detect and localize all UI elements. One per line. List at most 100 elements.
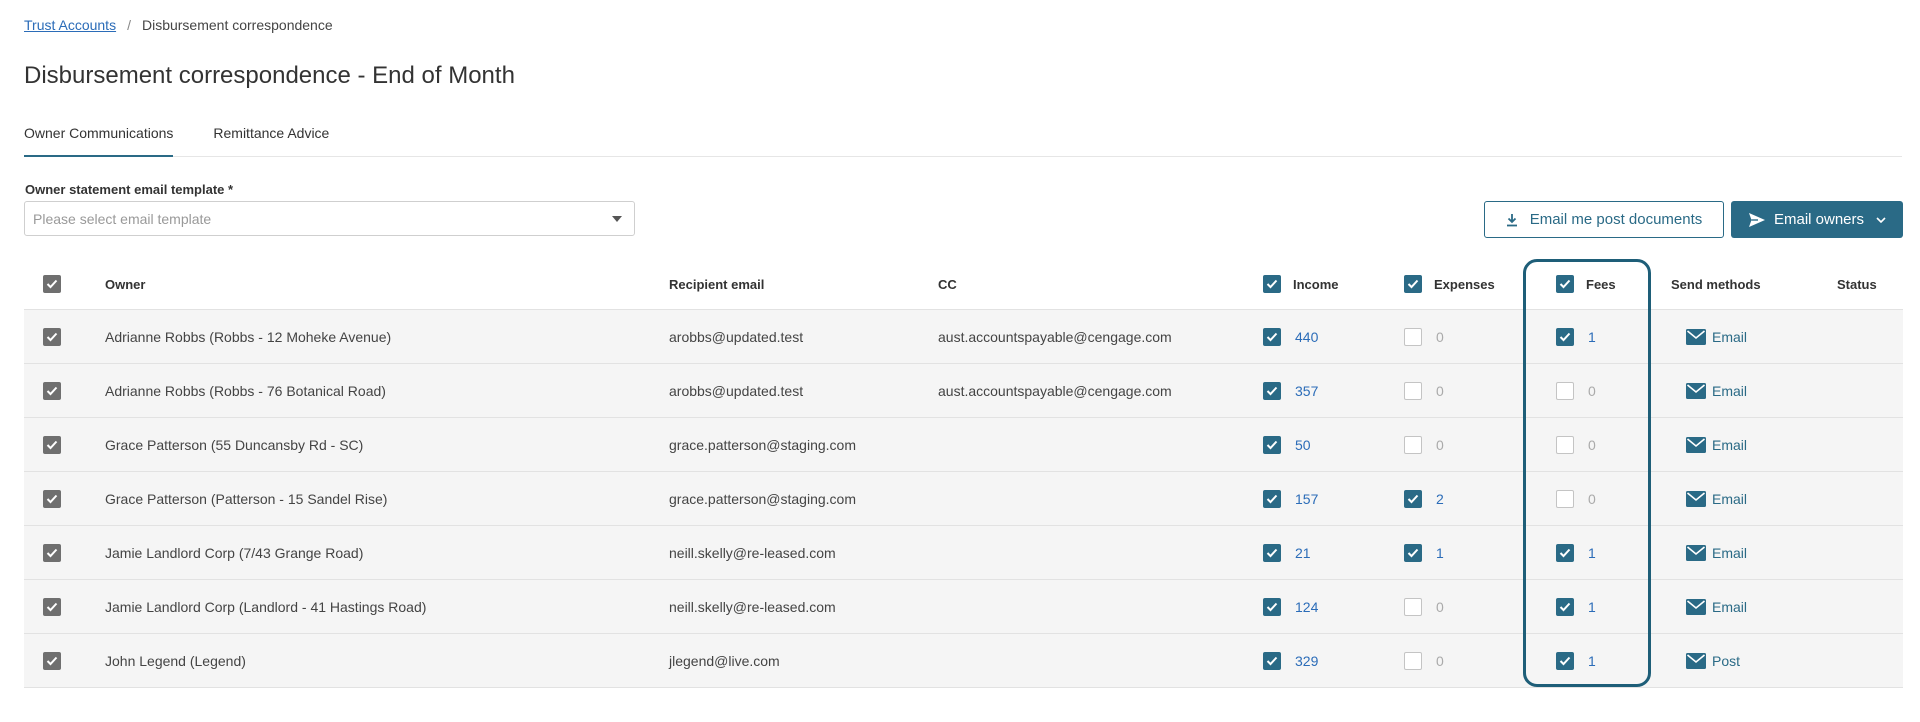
column-header-income: Income	[1263, 259, 1339, 309]
row-select-checkbox[interactable]	[43, 543, 61, 562]
income-all-checkbox[interactable]	[1263, 275, 1281, 293]
row-select-checkbox[interactable]	[43, 435, 61, 454]
email-template-select[interactable]: Please select email template	[24, 201, 635, 236]
fees-checkbox[interactable]	[1556, 651, 1574, 670]
email-owners-button[interactable]: Email owners	[1731, 201, 1903, 238]
expenses-count: 0	[1436, 328, 1444, 345]
row-select-cell	[43, 580, 61, 633]
income-cell: 357	[1263, 364, 1318, 417]
income-checkbox[interactable]	[1263, 543, 1281, 562]
recipient-email: grace.patterson@staging.com	[669, 436, 856, 453]
fees-all-checkbox[interactable]	[1556, 275, 1574, 293]
table-row: Jamie Landlord Corp (Landlord - 41 Hasti…	[24, 580, 1903, 634]
fees-checkbox[interactable]	[1556, 489, 1574, 508]
fees-checkbox[interactable]	[1556, 435, 1574, 454]
fees-count[interactable]: 1	[1588, 599, 1596, 615]
fees-checkbox[interactable]	[1556, 543, 1574, 562]
income-count[interactable]: 50	[1295, 437, 1311, 453]
income-cell: 124	[1263, 580, 1318, 633]
expenses-count: 0	[1436, 598, 1444, 615]
caret-down-icon	[612, 215, 622, 222]
send-method-link[interactable]: Email	[1686, 526, 1747, 579]
expenses-cell: 1	[1404, 526, 1444, 579]
income-count[interactable]: 329	[1295, 653, 1318, 669]
fees-checkbox[interactable]	[1556, 327, 1574, 346]
expenses-count: 0	[1436, 652, 1444, 669]
fees-checkbox[interactable]	[1556, 597, 1574, 616]
income-checkbox[interactable]	[1263, 651, 1281, 670]
income-checkbox[interactable]	[1263, 489, 1281, 508]
fees-count[interactable]: 1	[1588, 653, 1596, 669]
table-header: Owner Recipient email CC Income Expenses…	[24, 259, 1903, 310]
row-select-checkbox[interactable]	[43, 327, 61, 346]
envelope-icon	[1686, 598, 1706, 615]
select-all-cell	[43, 259, 61, 309]
column-header-recipient-email: Recipient email	[669, 276, 765, 292]
send-method-label: Post	[1712, 652, 1741, 669]
tab-owner-communications[interactable]: Owner Communications	[24, 125, 174, 157]
expenses-checkbox[interactable]	[1404, 597, 1422, 616]
expenses-cell: 0	[1404, 310, 1444, 363]
income-checkbox[interactable]	[1263, 327, 1281, 346]
expenses-count[interactable]: 1	[1436, 545, 1444, 561]
income-checkbox[interactable]	[1263, 435, 1281, 454]
send-method-label: Email	[1712, 598, 1748, 615]
fees-count: 0	[1588, 490, 1596, 507]
expenses-all-checkbox[interactable]	[1404, 275, 1422, 293]
expenses-checkbox[interactable]	[1404, 381, 1422, 400]
income-cell: 50	[1263, 418, 1311, 471]
row-select-checkbox[interactable]	[43, 651, 61, 670]
envelope-icon	[1686, 652, 1706, 669]
income-cell: 329	[1263, 634, 1318, 687]
expenses-checkbox[interactable]	[1404, 543, 1422, 562]
breadcrumb-separator: /	[127, 17, 131, 33]
owner-name: John Legend (Legend)	[105, 652, 246, 669]
income-count[interactable]: 157	[1295, 491, 1318, 507]
email-me-post-documents-button[interactable]: Email me post documents	[1484, 201, 1724, 238]
envelope-icon	[1686, 436, 1706, 453]
send-method-link[interactable]: Email	[1686, 310, 1747, 363]
select-all-checkbox[interactable]	[43, 275, 61, 293]
table-body: Adrianne Robbs (Robbs - 12 Moheke Avenue…	[24, 310, 1903, 688]
income-cell: 21	[1263, 526, 1311, 579]
table-row: Grace Patterson (Patterson - 15 Sandel R…	[24, 472, 1903, 526]
income-count[interactable]: 124	[1295, 599, 1318, 615]
send-method-link[interactable]: Email	[1686, 472, 1747, 525]
income-count[interactable]: 357	[1295, 383, 1318, 399]
fees-count[interactable]: 1	[1588, 545, 1596, 561]
table-row: John Legend (Legend) jlegend@live.com 329 0…	[24, 634, 1903, 688]
fees-count[interactable]: 1	[1588, 329, 1596, 345]
send-method-link[interactable]: Post	[1686, 634, 1740, 687]
send-method-label: Email	[1712, 328, 1748, 345]
breadcrumb-link-trust-accounts[interactable]: Trust Accounts	[24, 17, 116, 33]
row-select-checkbox[interactable]	[43, 381, 61, 400]
expenses-cell: 0	[1404, 418, 1444, 471]
send-method-link[interactable]: Email	[1686, 580, 1747, 633]
send-method-link[interactable]: Email	[1686, 364, 1747, 417]
expenses-checkbox[interactable]	[1404, 435, 1422, 454]
send-method-link[interactable]: Email	[1686, 418, 1747, 471]
expenses-count[interactable]: 2	[1436, 491, 1444, 507]
expenses-checkbox[interactable]	[1404, 651, 1422, 670]
income-count[interactable]: 21	[1295, 545, 1311, 561]
table-row: Adrianne Robbs (Robbs - 76 Botanical Roa…	[24, 364, 1903, 418]
envelope-icon	[1686, 544, 1706, 561]
expenses-checkbox[interactable]	[1404, 327, 1422, 346]
recipient-email: neill.skelly@re-leased.com	[669, 544, 836, 561]
column-header-cc: CC	[938, 276, 957, 292]
income-checkbox[interactable]	[1263, 381, 1281, 400]
expenses-checkbox[interactable]	[1404, 489, 1422, 508]
row-select-cell	[43, 418, 61, 471]
owner-name: Adrianne Robbs (Robbs - 76 Botanical Roa…	[105, 382, 386, 399]
table-row: Jamie Landlord Corp (7/43 Grange Road) ne…	[24, 526, 1903, 580]
chevron-down-icon[interactable]	[1876, 216, 1886, 223]
column-header-expenses-label: Expenses	[1434, 276, 1495, 292]
row-select-checkbox[interactable]	[43, 597, 61, 616]
fees-count: 0	[1588, 436, 1596, 453]
row-select-checkbox[interactable]	[43, 489, 61, 508]
income-count[interactable]: 440	[1295, 329, 1318, 345]
tab-remittance-advice[interactable]: Remittance Advice	[213, 125, 329, 157]
table-row: Adrianne Robbs (Robbs - 12 Moheke Avenue…	[24, 310, 1903, 364]
fees-checkbox[interactable]	[1556, 381, 1574, 400]
income-checkbox[interactable]	[1263, 597, 1281, 616]
